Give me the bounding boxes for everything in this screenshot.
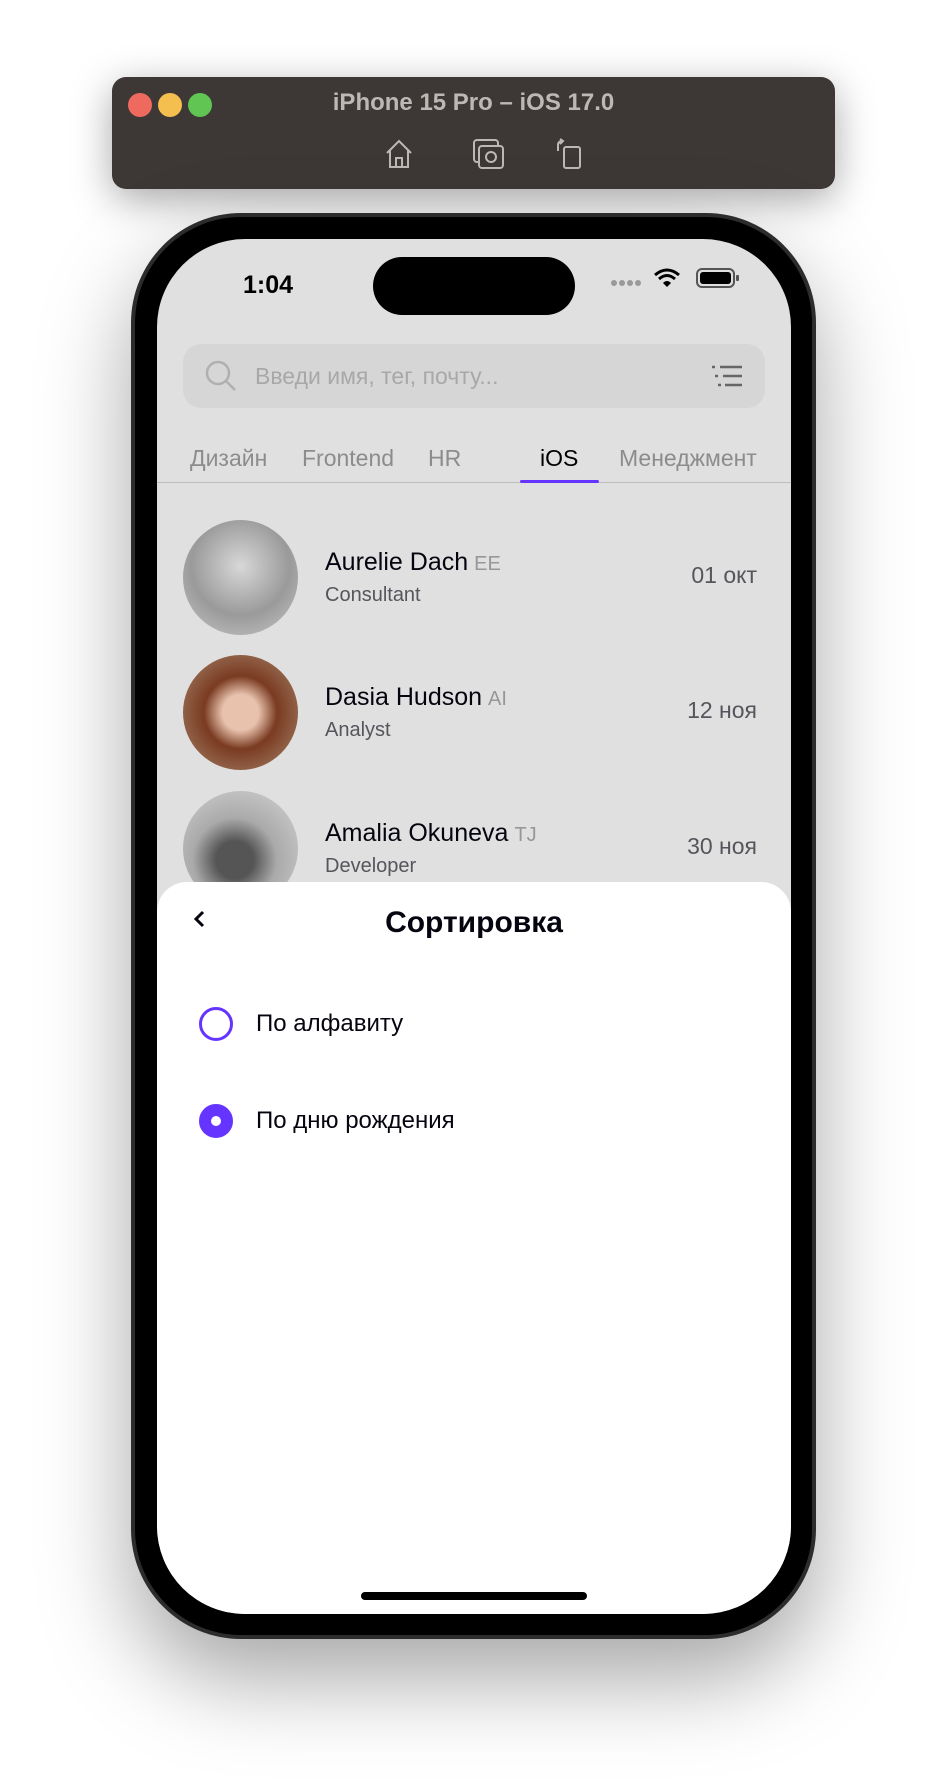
person-position: Developer [325,855,417,877]
sort-bottom-sheet: Сортировка По алфавиту По дню рождения [157,882,791,1614]
status-time: 1:04 [243,271,294,299]
wifi-icon [654,268,680,287]
tab-design[interactable]: Дизайн [190,445,267,472]
signal-icon [611,280,641,286]
avatar [183,655,298,770]
active-tab-indicator [520,480,599,483]
sheet-title: Сортировка [385,906,563,939]
search-input[interactable]: Введи имя, тег, почту... [183,344,765,408]
sort-filter-icon[interactable] [711,364,743,388]
radio-selected[interactable] [199,1104,233,1138]
window-title: iPhone 15 Pro – iOS 17.0 [332,89,615,116]
person-tag: AI [488,688,507,710]
sort-option-birthday[interactable]: По дню рождения [199,1102,599,1142]
avatar [183,520,298,635]
sort-option-alphabet[interactable]: По алфавиту [199,1005,599,1045]
department-tabs: Дизайн Frontend HR iOS Менеджмент [157,439,791,483]
person-name: Amalia Okuneva [325,819,509,847]
person-name: Dasia Hudson [325,683,483,711]
tab-frontend[interactable]: Frontend [302,445,394,472]
option-label: По дню рождения [256,1107,455,1134]
simulator-window-bar: iPhone 15 Pro – iOS 17.0 [112,77,835,189]
radio-unselected[interactable] [199,1007,233,1041]
home-indicator[interactable] [361,1592,587,1600]
person-birthday: 12 ноя [687,697,757,723]
person-tag: TJ [514,824,537,846]
tab-management[interactable]: Менеджмент [619,445,757,472]
person-position: Analyst [325,719,391,741]
screenshot-icon[interactable] [471,137,505,171]
phone-screen: 1:04 Введи имя, тег, почту... Дизайн Fro… [157,239,791,1614]
person-name: Aurelie Dach [325,548,469,576]
list-item[interactable]: Aurelie Dach EE Consultant 01 окт [157,520,791,638]
tab-ios[interactable]: iOS [540,445,578,472]
list-item[interactable]: Dasia Hudson AI Analyst 12 ноя [157,655,791,773]
search-placeholder: Введи имя, тег, почту... [255,363,499,389]
dynamic-island [373,257,575,315]
home-icon[interactable] [382,137,416,171]
battery-icon [696,268,739,288]
tab-hr[interactable]: HR [428,445,461,472]
rotate-icon[interactable] [552,137,586,171]
person-tag: EE [474,553,501,575]
option-label: По алфавиту [256,1010,404,1037]
search-icon [205,360,236,391]
person-birthday: 01 окт [691,562,757,588]
person-position: Consultant [325,584,421,606]
person-birthday: 30 ноя [687,833,757,859]
